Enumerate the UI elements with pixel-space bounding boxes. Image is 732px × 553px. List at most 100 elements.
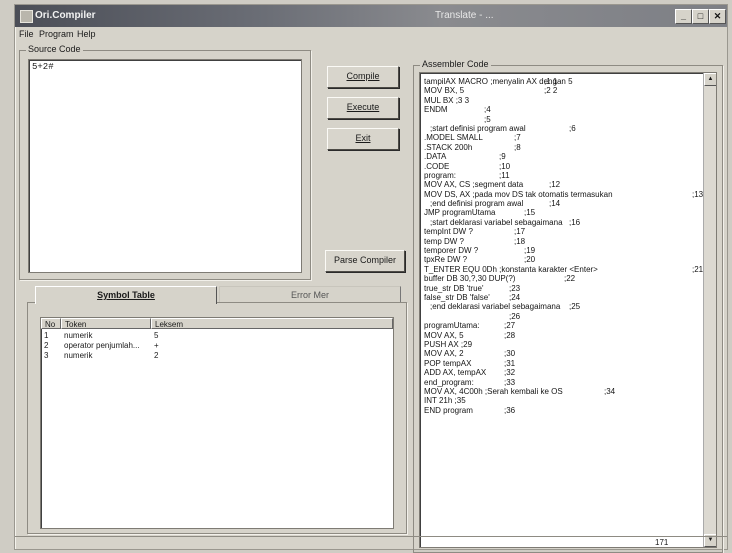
table-row[interactable]: 2 operator penjumlah... + bbox=[41, 341, 393, 351]
cell-token: numerik bbox=[64, 351, 93, 360]
assembler-line: tempInt DW ? ;17 bbox=[424, 227, 702, 236]
menu-help[interactable]: Help bbox=[77, 29, 96, 39]
assembler-line-text: INT 21h ;35 bbox=[424, 396, 466, 406]
assembler-line-number: ;6 bbox=[569, 123, 576, 133]
assembler-line: .MODEL SMALL ;7 bbox=[424, 133, 702, 142]
assembler-scrollbar[interactable]: ▲ ▼ bbox=[703, 73, 716, 547]
assembler-line-number: ;5 bbox=[484, 114, 491, 124]
assembler-line-number: ;10 bbox=[499, 161, 511, 171]
window-title: Ori.Compiler bbox=[35, 10, 96, 21]
app-icon[interactable] bbox=[20, 10, 33, 23]
assembler-line: MOV AX, 5 ;28 bbox=[424, 331, 702, 340]
compile-button[interactable]: Compile bbox=[327, 66, 399, 88]
assembler-line: POP tempAX ;31 bbox=[424, 359, 702, 368]
assembler-line: programUtama: ;27 bbox=[424, 321, 702, 330]
assembler-line-number: ;8 bbox=[514, 142, 521, 152]
assembler-line-number: ;21 bbox=[692, 264, 704, 274]
assembler-line-text: buffer DB 30,?,30 DUP(?) bbox=[424, 274, 516, 284]
symbol-table-page: No Token Leksem 1 numerik 5 2 operator p… bbox=[27, 302, 407, 534]
tab-symbol-table[interactable]: Symbol Table bbox=[35, 286, 217, 304]
table-row[interactable]: 3 numerik 2 bbox=[41, 351, 393, 361]
assembler-line-text: ENDM bbox=[424, 105, 448, 115]
menu-file[interactable]: File bbox=[19, 29, 34, 39]
assembler-line-number: ;13 bbox=[692, 189, 704, 199]
assembler-line-number: ;2 2 bbox=[544, 86, 558, 96]
exit-button[interactable]: Exit bbox=[327, 128, 399, 150]
assembler-line: MOV BX, 5 ;2 2 bbox=[424, 86, 702, 95]
symbol-table-header: No Token Leksem bbox=[41, 318, 393, 330]
assembler-line: .DATA ;9 bbox=[424, 152, 702, 161]
window-center-title: Translate - ... bbox=[435, 10, 494, 21]
assembler-line-text: .DATA bbox=[424, 152, 447, 162]
assembler-line-text: MOV BX, 5 bbox=[424, 86, 465, 96]
column-header-token[interactable]: Token bbox=[61, 318, 151, 329]
assembler-line: .STACK 200h ;8 bbox=[424, 143, 702, 152]
assembler-line: PUSH AX ;29 bbox=[424, 340, 702, 349]
column-header-no[interactable]: No bbox=[41, 318, 61, 329]
assembler-line-text: programUtama: bbox=[424, 321, 480, 331]
assembler-line-number: ;4 bbox=[484, 105, 491, 115]
assembler-line-number: ;17 bbox=[514, 227, 526, 237]
assembler-line-number: ;23 bbox=[509, 283, 521, 293]
assembler-line-number: ;14 bbox=[549, 199, 561, 209]
assembler-line-text: ;start deklarasi variabel sebagaimana bbox=[430, 217, 563, 227]
assembler-line: JMP programUtama ;15 bbox=[424, 208, 702, 217]
assembler-line-number: ;34 bbox=[604, 386, 616, 396]
assembler-line-text: POP tempAX bbox=[424, 358, 472, 368]
column-header-leksem[interactable]: Leksem bbox=[151, 318, 393, 329]
menu-bar: File Program Help bbox=[15, 27, 727, 41]
assembler-line-text: program: bbox=[424, 170, 457, 180]
assembler-line-number: ;30 bbox=[504, 349, 516, 359]
assembler-line: MOV AX, 4C00h ;Serah kembali ke OS ;34 bbox=[424, 387, 702, 396]
menu-program[interactable]: Program bbox=[39, 29, 74, 39]
title-bar[interactable]: Ori.Compiler Translate - ... _ □ ✕ bbox=[15, 5, 727, 27]
table-row[interactable]: 1 numerik 5 bbox=[41, 331, 393, 341]
cell-no: 3 bbox=[44, 351, 49, 360]
parse-compiler-button[interactable]: Parse Compiler bbox=[325, 250, 405, 272]
assembler-line: MOV AX, 2 ;30 bbox=[424, 349, 702, 358]
assembler-line: T_ENTER EQU 0Dh ;konstanta karakter <Ent… bbox=[424, 264, 704, 274]
assembler-line: program: ;11 bbox=[424, 171, 702, 180]
source-code-text[interactable]: 5+2# bbox=[32, 62, 54, 72]
cell-leksem: 5 bbox=[154, 331, 159, 340]
assembler-line-text: ;end deklarasi variabel sebagaimana bbox=[430, 302, 561, 312]
assembler-line-number: ;24 bbox=[509, 292, 521, 302]
scroll-up-icon[interactable]: ▲ bbox=[704, 73, 716, 86]
assembler-line: ;26 bbox=[424, 312, 702, 321]
minimize-button[interactable]: _ bbox=[675, 9, 692, 24]
assembler-line-number: ;26 bbox=[509, 311, 521, 321]
assembler-code-label: Assembler Code bbox=[420, 59, 491, 69]
status-bar: 171 bbox=[15, 536, 727, 549]
symbol-table-list[interactable]: No Token Leksem 1 numerik 5 2 operator p… bbox=[40, 317, 394, 529]
cell-leksem: 2 bbox=[154, 351, 159, 360]
assembler-line-number: ;20 bbox=[524, 255, 536, 265]
assembler-line-number: ;11 bbox=[499, 170, 510, 180]
maximize-button[interactable]: □ bbox=[692, 9, 709, 24]
assembler-line-text: .STACK 200h bbox=[424, 142, 473, 152]
assembler-line: MUL BX ;3 3 bbox=[424, 96, 702, 105]
assembler-line-text: temp DW ? bbox=[424, 236, 465, 246]
cell-leksem: + bbox=[154, 341, 159, 350]
assembler-code-text: tampilAX MACRO ;menyalin AX dengan 5 ;1 1… bbox=[424, 77, 704, 415]
assembler-line: MOV AX, CS ;segment data ;12 bbox=[424, 180, 702, 189]
assembler-line: MOV DS, AX ;pada mov DS tak otomatis ter… bbox=[424, 189, 704, 199]
source-code-editor[interactable]: 5+2# bbox=[28, 59, 302, 273]
assembler-line: ;start deklarasi variabel sebagaimana ;16 bbox=[424, 218, 702, 227]
status-right: 171 bbox=[655, 538, 669, 547]
assembler-line-text: end_program: bbox=[424, 377, 474, 387]
assembler-line-text: MOV AX, 2 bbox=[424, 349, 464, 359]
assembler-line: ;5 bbox=[424, 115, 702, 124]
assembler-line: tampilAX MACRO ;menyalin AX dengan 5 ;1 1 bbox=[424, 77, 702, 86]
assembler-line-text: false_str DB 'false' bbox=[424, 292, 490, 302]
assembler-line-text: MOV AX, 5 bbox=[424, 330, 464, 340]
close-button[interactable]: ✕ bbox=[709, 9, 726, 24]
assembler-line-number: ;16 bbox=[569, 217, 581, 227]
assembler-line: temporer DW ? ;19 bbox=[424, 246, 702, 255]
execute-button[interactable]: Execute bbox=[327, 97, 399, 119]
assembler-code-view[interactable]: tampilAX MACRO ;menyalin AX dengan 5 ;1 1… bbox=[419, 72, 717, 548]
assembler-line: end_program: ;33 bbox=[424, 378, 702, 387]
main-window: Ori.Compiler Translate - ... _ □ ✕ File … bbox=[14, 4, 728, 553]
assembler-line-text: ;end definisi program awal bbox=[430, 199, 524, 209]
assembler-line: INT 21h ;35 bbox=[424, 396, 702, 405]
assembler-line-text: MUL BX ;3 3 bbox=[424, 95, 470, 105]
